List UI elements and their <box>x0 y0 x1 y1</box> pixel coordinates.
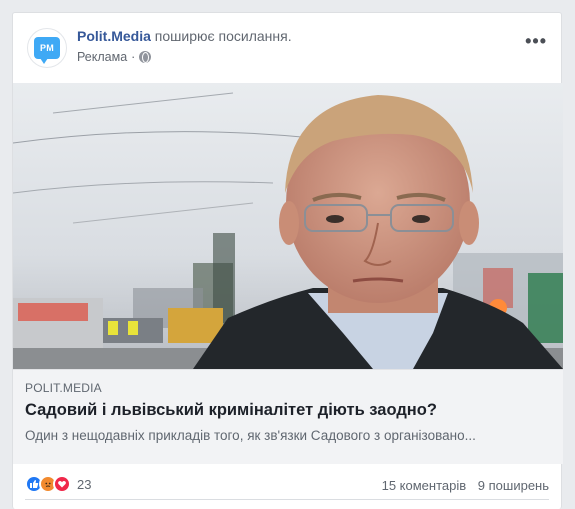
link-description: Один з нещодавніх прикладів того, як зв'… <box>25 428 476 443</box>
reactions-summary[interactable]: 23 <box>25 475 91 493</box>
post-footer: 23 15 коментарів 9 поширень <box>25 464 549 500</box>
link-domain: POLIT.MEDIA <box>25 381 102 395</box>
engagement-stats: 15 коментарів 9 поширень <box>382 478 549 493</box>
page-name-link[interactable]: Polit.Media <box>77 28 151 44</box>
link-preview-image[interactable] <box>13 83 563 369</box>
sponsored-post-card: PM Polit.Media поширює посилання. Реклам… <box>12 12 563 509</box>
reaction-count[interactable]: 23 <box>77 477 91 492</box>
sponsored-line: Реклама · <box>77 50 152 64</box>
sponsored-label[interactable]: Реклама <box>77 50 127 64</box>
comments-count-link[interactable]: 15 коментарів <box>382 478 467 493</box>
love-icon <box>53 475 71 493</box>
page-logo: PM <box>34 37 60 64</box>
link-headline[interactable]: Садовий і львівський криміналітет діють … <box>25 401 437 420</box>
page-avatar[interactable]: PM <box>27 28 67 68</box>
link-preview-box[interactable]: POLIT.MEDIA Садовий і львівський криміна… <box>13 369 563 464</box>
globe-icon[interactable] <box>139 51 152 63</box>
more-options-icon[interactable]: ••• <box>525 31 547 52</box>
post-header: PM Polit.Media поширює посилання. Реклам… <box>27 26 547 70</box>
shares-count-link[interactable]: 9 поширень <box>478 478 549 493</box>
post-author-line: Polit.Media поширює посилання. <box>77 28 292 44</box>
action-text: поширює посилання. <box>154 28 292 44</box>
